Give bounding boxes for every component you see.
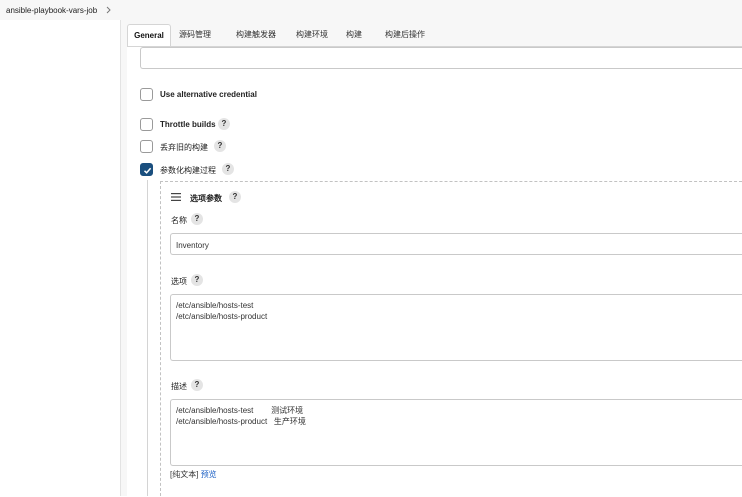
tab-build-triggers[interactable]: 构建触发器 [227, 24, 285, 46]
plain-text-label: [纯文本] [170, 470, 199, 479]
config-tabs: General 源码管理 构建触发器 构建环境 构建 构建后操作 [127, 24, 742, 47]
name-label: 名称 [171, 216, 187, 225]
choice-line: /etc/ansible/hosts-test [176, 301, 254, 310]
description-input[interactable] [140, 47, 742, 69]
parameter-name-input[interactable]: Inventory [170, 233, 742, 255]
description-format-links: [纯文本] 预览 [170, 469, 217, 480]
choices-label: 选项 [171, 277, 187, 286]
chevron-right-icon[interactable] [104, 4, 114, 16]
sidebar [0, 20, 121, 496]
checkmark-icon [143, 167, 152, 174]
choices-help-icon[interactable]: ? [191, 274, 203, 286]
parameter-type-title: 选项参数 [190, 194, 222, 203]
choices-textarea[interactable]: /etc/ansible/hosts-test /etc/ansible/hos… [170, 294, 742, 361]
description-line: /etc/ansible/hosts-product 生产环境 [176, 417, 306, 426]
alt-credential-label: Use alternative credential [160, 90, 257, 99]
description-textarea[interactable]: /etc/ansible/hosts-test 测试环境 /etc/ansibl… [170, 399, 742, 466]
tab-build[interactable]: 构建 [341, 24, 367, 46]
tab-post-build[interactable]: 构建后操作 [377, 24, 433, 46]
tab-general[interactable]: General [127, 24, 171, 47]
description-label: 描述 [171, 382, 187, 391]
parameterized-row: 参数化构建过程 ? [140, 163, 440, 179]
alt-credential-row: Use alternative credential [140, 88, 440, 104]
tab-source-code[interactable]: 源码管理 [175, 24, 215, 46]
breadcrumb: ansible-playbook-vars-job [0, 0, 742, 21]
discard-help-icon[interactable]: ? [214, 140, 226, 152]
parameterized-help-icon[interactable]: ? [222, 163, 234, 175]
drag-handle-icon[interactable] [171, 193, 181, 201]
discard-builds-row: 丢弃旧的构建 ? [140, 140, 440, 156]
throttle-builds-checkbox[interactable] [140, 118, 153, 131]
parameterized-label: 参数化构建过程 [160, 166, 216, 175]
discard-builds-checkbox[interactable] [140, 140, 153, 153]
description-help-icon[interactable]: ? [191, 379, 203, 391]
name-help-icon[interactable]: ? [191, 213, 203, 225]
parameter-type-help-icon[interactable]: ? [229, 191, 241, 203]
choice-line: /etc/ansible/hosts-product [176, 312, 268, 321]
tab-build-environment[interactable]: 构建环境 [289, 24, 335, 46]
throttle-builds-row: Throttle builds ? [140, 118, 440, 134]
throttle-builds-label: Throttle builds [160, 120, 216, 129]
preview-link[interactable]: 预览 [201, 470, 217, 479]
discard-builds-label: 丢弃旧的构建 [160, 143, 208, 152]
nested-section-line [147, 180, 148, 496]
parameterized-checkbox[interactable] [140, 163, 153, 176]
alt-credential-checkbox[interactable] [140, 88, 153, 101]
throttle-help-icon[interactable]: ? [218, 118, 230, 130]
description-line: /etc/ansible/hosts-test 测试环境 [176, 406, 304, 415]
breadcrumb-job-link[interactable]: ansible-playbook-vars-job [6, 6, 97, 15]
